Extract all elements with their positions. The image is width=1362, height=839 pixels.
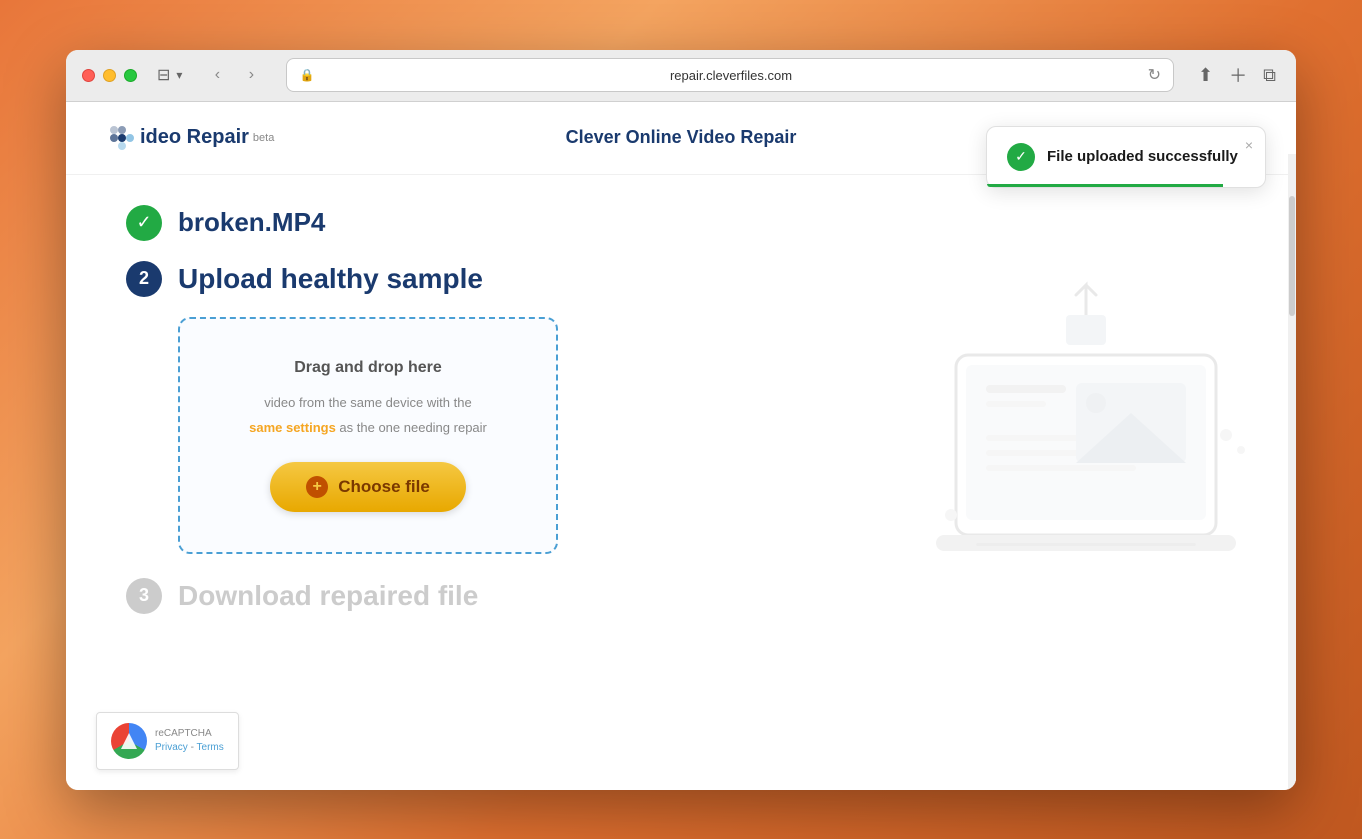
scrollbar-thumb[interactable] bbox=[1289, 196, 1295, 316]
nav-buttons: ‹ › bbox=[202, 60, 266, 90]
scrollbar[interactable] bbox=[1288, 154, 1296, 790]
step2-title: Upload healthy sample bbox=[178, 263, 483, 295]
browser-toolbar: ⊟ ▾ ‹ › 🔒 repair.cleverfiles.com ↻ ⬆ ＋ ⧉ bbox=[66, 50, 1296, 102]
hint-text: video from the same device with the bbox=[220, 393, 516, 413]
share-icon[interactable]: ⬆ bbox=[1194, 61, 1217, 90]
new-tab-icon[interactable]: ＋ bbox=[1225, 58, 1251, 92]
recaptcha-icon bbox=[118, 730, 140, 752]
recaptcha-links: Privacy - Terms bbox=[155, 741, 224, 755]
toolbar-actions: ⬆ ＋ ⧉ bbox=[1194, 58, 1280, 92]
forward-button[interactable]: › bbox=[236, 60, 266, 90]
chevron-down-icon[interactable]: ▾ bbox=[176, 68, 182, 82]
hint-text2: same settings as the one needing repair bbox=[220, 418, 516, 438]
step1-check-icon: ✓ bbox=[126, 205, 162, 241]
recaptcha-logo bbox=[111, 723, 147, 759]
terms-link[interactable]: Terms bbox=[197, 742, 224, 753]
recaptcha-label: reCAPTCHA bbox=[155, 727, 224, 741]
site-title: Clever Online Video Repair bbox=[566, 127, 797, 148]
tabs-icon[interactable]: ⧉ bbox=[1259, 61, 1280, 90]
traffic-lights bbox=[82, 69, 137, 82]
sidebar-icon[interactable]: ⊟ bbox=[157, 65, 170, 85]
hint-line1: video from the same device with the bbox=[264, 395, 471, 410]
main-content: ✓ broken.MP4 2 Upload healthy sample Dra… bbox=[66, 175, 1296, 644]
recaptcha-widget: reCAPTCHA Privacy - Terms bbox=[96, 712, 239, 770]
choose-file-label: Choose file bbox=[338, 477, 430, 497]
toast-message: File uploaded successfully bbox=[1047, 148, 1238, 165]
page-content: ideo Repair beta Clever Online Video Rep… bbox=[66, 102, 1296, 790]
browser-window: ⊟ ▾ ‹ › 🔒 repair.cleverfiles.com ↻ ⬆ ＋ ⧉ bbox=[66, 50, 1296, 790]
logo-icon bbox=[106, 122, 138, 154]
toast-notification: ✓ File uploaded successfully × bbox=[986, 126, 1266, 188]
illustration bbox=[876, 235, 1296, 655]
same-settings-link[interactable]: same settings bbox=[249, 420, 336, 435]
step3-number: 3 bbox=[126, 578, 162, 614]
toast-close-button[interactable]: × bbox=[1245, 137, 1253, 153]
step3-title: Download repaired file bbox=[178, 580, 478, 612]
fullscreen-button[interactable] bbox=[124, 69, 137, 82]
logo: ideo Repair beta bbox=[106, 122, 274, 154]
step1-filename: broken.MP4 bbox=[178, 207, 325, 238]
url-text: repair.cleverfiles.com bbox=[322, 68, 1139, 83]
logo-text: ideo Repair bbox=[140, 126, 249, 149]
lock-icon: 🔒 bbox=[299, 68, 314, 82]
minimize-button[interactable] bbox=[103, 69, 116, 82]
back-button[interactable]: ‹ bbox=[202, 60, 232, 90]
toast-progress-bar bbox=[987, 184, 1223, 187]
hint-line2: as the one needing repair bbox=[336, 420, 487, 435]
plus-icon: + bbox=[306, 476, 328, 498]
recaptcha-text: reCAPTCHA Privacy - Terms bbox=[155, 727, 224, 755]
step2-number: 2 bbox=[126, 261, 162, 297]
choose-file-button[interactable]: + Choose file bbox=[270, 462, 466, 512]
toast-check-icon: ✓ bbox=[1007, 143, 1035, 171]
window-controls: ⊟ ▾ bbox=[157, 65, 182, 85]
address-bar[interactable]: 🔒 repair.cleverfiles.com ↻ bbox=[286, 58, 1174, 92]
privacy-link[interactable]: Privacy bbox=[155, 742, 188, 753]
close-button[interactable] bbox=[82, 69, 95, 82]
drag-text: Drag and drop here bbox=[220, 359, 516, 377]
upload-drop-zone[interactable]: Drag and drop here video from the same d… bbox=[178, 317, 558, 554]
reload-button[interactable]: ↻ bbox=[1148, 65, 1161, 85]
logo-beta: beta bbox=[253, 132, 274, 144]
